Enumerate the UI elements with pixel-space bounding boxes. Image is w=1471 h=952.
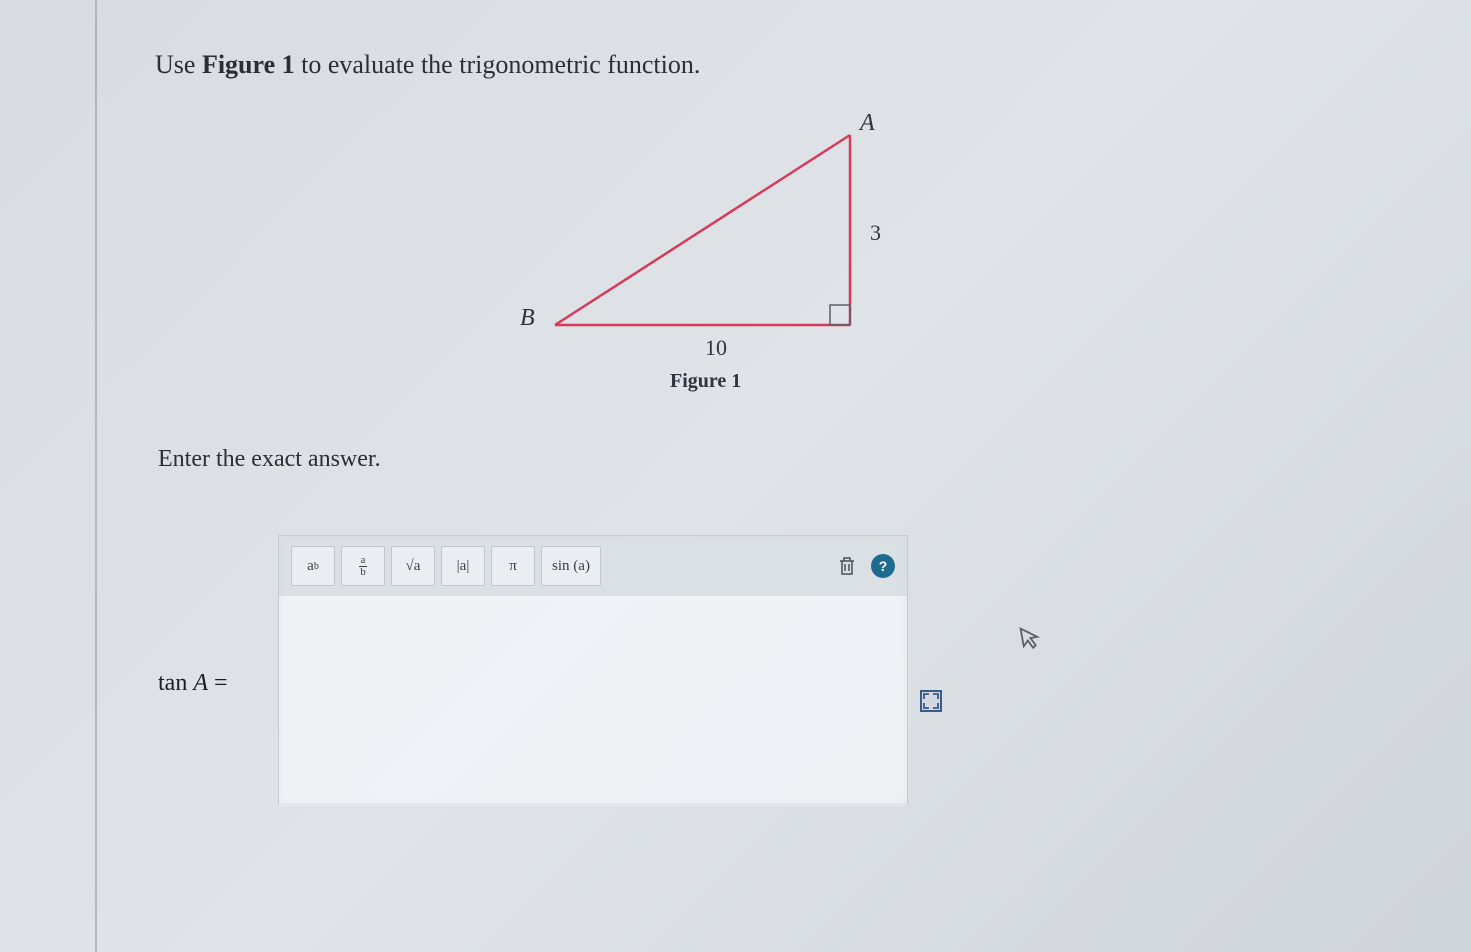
- power-button[interactable]: ab: [291, 546, 335, 586]
- math-input-field[interactable]: [279, 596, 907, 806]
- question-suffix: to evaluate the trigonometric function.: [295, 50, 701, 79]
- help-button[interactable]: ?: [871, 554, 895, 578]
- clear-button[interactable]: [829, 548, 865, 584]
- question-prompt: Use Figure 1 to evaluate the trigonometr…: [155, 50, 700, 80]
- fraction-button[interactable]: a b: [341, 546, 385, 586]
- question-figure-ref: Figure 1: [202, 50, 295, 79]
- content-left-border: [95, 0, 97, 952]
- figure-caption: Figure 1: [670, 370, 741, 393]
- sin-button[interactable]: sin (a): [541, 546, 601, 586]
- sqrt-button[interactable]: √a: [391, 546, 435, 586]
- fraction-num: a: [359, 555, 368, 567]
- math-toolbar: ab a b √a |a| π sin (a) ?: [279, 536, 907, 596]
- equation-equals: =: [208, 670, 228, 696]
- fraction-icon: a b: [358, 555, 368, 578]
- vertex-label-a: A: [860, 110, 875, 137]
- expand-icon: [922, 692, 940, 710]
- side-length-horizontal: 10: [705, 335, 727, 361]
- side-length-vertical: 3: [870, 220, 881, 246]
- power-exp: b: [314, 561, 319, 572]
- cursor-pointer-icon: [1017, 623, 1044, 659]
- trash-icon: [838, 556, 856, 576]
- fullscreen-button[interactable]: [920, 690, 942, 712]
- fraction-den: b: [358, 567, 368, 578]
- equation-variable: A: [193, 670, 208, 696]
- answer-instruction: Enter the exact answer.: [158, 446, 381, 473]
- abs-button[interactable]: |a|: [441, 546, 485, 586]
- vertex-label-b: B: [520, 305, 535, 332]
- question-prefix: Use: [155, 50, 202, 79]
- math-input-panel: ab a b √a |a| π sin (a) ?: [278, 535, 908, 805]
- equation-func: tan: [158, 670, 193, 696]
- equation-prompt: tan A =: [158, 670, 228, 697]
- pi-button[interactable]: π: [491, 546, 535, 586]
- power-base: a: [307, 558, 314, 575]
